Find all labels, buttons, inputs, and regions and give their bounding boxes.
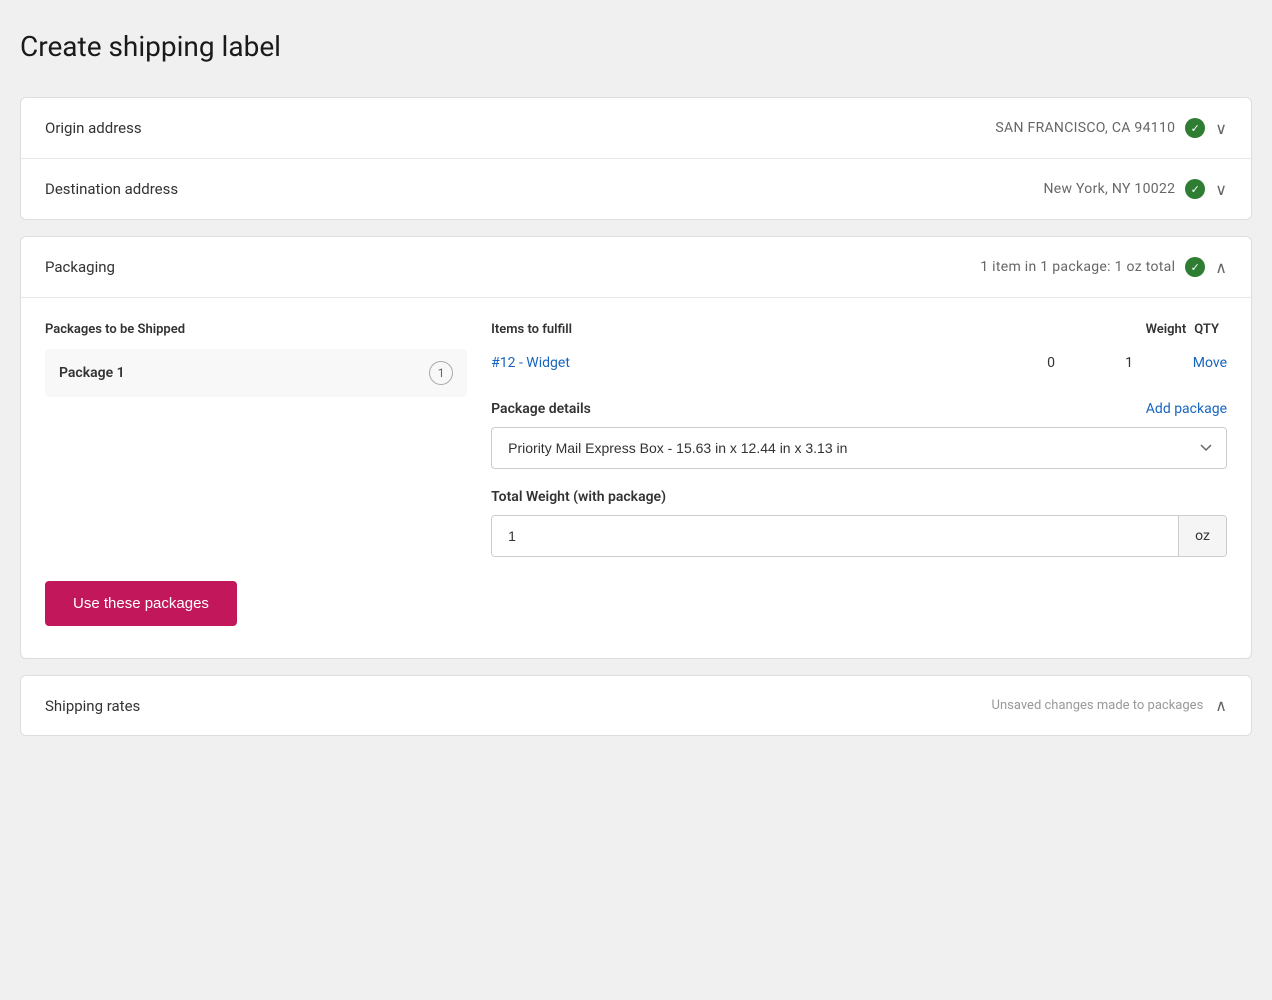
page-title: Create shipping label [20,20,1252,73]
destination-address-row[interactable]: Destination address New York, NY 10022 ✓… [21,159,1251,219]
origin-address-row[interactable]: Origin address SAN FRANCISCO, CA 94110 ✓… [21,98,1251,159]
shipping-rates-header[interactable]: Shipping rates Unsaved changes made to p… [21,676,1251,735]
origin-address-right: SAN FRANCISCO, CA 94110 ✓ ∨ [995,118,1227,138]
packaging-chevron-up-icon[interactable]: ∧ [1215,258,1227,277]
move-link[interactable]: Move [1167,355,1227,371]
packaging-columns: Packages to be Shipped Package 1 1 Items… [45,322,1227,557]
total-weight-section: Total Weight (with package) oz [491,489,1227,557]
package-details-header: Package details Add package [491,401,1227,417]
packaging-card: Packaging 1 item in 1 package: 1 oz tota… [20,236,1252,659]
origin-address-check-icon: ✓ [1185,118,1205,138]
item-link[interactable]: #12 - Widget [491,355,1003,371]
destination-address-chevron-down-icon[interactable]: ∨ [1215,180,1227,199]
packaging-summary: 1 item in 1 package: 1 oz total [980,259,1175,275]
weight-input-row: oz [491,515,1227,557]
weight-header: Weight [1146,322,1187,337]
weight-input[interactable] [492,516,1178,556]
package-type-select[interactable]: Priority Mail Express Box - 15.63 in x 1… [491,427,1227,469]
packaging-body: Packages to be Shipped Package 1 1 Items… [21,298,1251,658]
package-details-section: Package details Add package Priority Mai… [491,401,1227,469]
item-row: #12 - Widget 0 1 Move [491,349,1227,377]
package-1-badge: 1 [429,361,453,385]
add-package-link[interactable]: Add package [1146,401,1227,417]
shipping-rates-chevron-up-icon[interactable]: ∧ [1215,696,1227,715]
packages-column-header: Packages to be Shipped [45,322,467,349]
origin-address-card: Origin address SAN FRANCISCO, CA 94110 ✓… [20,97,1252,220]
packaging-header-right: 1 item in 1 package: 1 oz total ✓ ∧ [980,257,1227,277]
total-weight-label: Total Weight (with package) [491,489,1227,505]
item-weight: 0 [1011,355,1091,371]
shipping-rates-card: Shipping rates Unsaved changes made to p… [20,675,1252,736]
items-to-fulfill-header: Items to fulfill [491,322,1137,337]
shipping-rates-label: Shipping rates [45,697,140,715]
package-details-label: Package details [491,401,591,417]
destination-address-right: New York, NY 10022 ✓ ∨ [1043,179,1227,199]
origin-address-chevron-down-icon[interactable]: ∨ [1215,119,1227,138]
origin-address-label: Origin address [45,119,142,137]
package-1-row[interactable]: Package 1 1 [45,349,467,397]
destination-address-label: Destination address [45,180,178,198]
package-1-name: Package 1 [59,365,125,381]
packaging-check-icon: ✓ [1185,257,1205,277]
item-qty: 1 [1099,355,1159,371]
items-header-row: Items to fulfill Weight QTY [491,322,1227,349]
packaging-header[interactable]: Packaging 1 item in 1 package: 1 oz tota… [21,237,1251,298]
unsaved-changes-text: Unsaved changes made to packages [992,698,1204,713]
origin-address-value: SAN FRANCISCO, CA 94110 [995,120,1175,136]
shipping-rates-right: Unsaved changes made to packages ∧ [992,696,1227,715]
destination-address-value: New York, NY 10022 [1043,181,1175,197]
right-column: Items to fulfill Weight QTY #12 - Widget… [467,322,1227,557]
destination-address-check-icon: ✓ [1185,179,1205,199]
qty-header: QTY [1194,322,1219,337]
packaging-label: Packaging [45,258,115,276]
use-packages-button[interactable]: Use these packages [45,581,237,626]
left-column: Packages to be Shipped Package 1 1 [45,322,467,557]
weight-unit-label: oz [1178,516,1226,556]
